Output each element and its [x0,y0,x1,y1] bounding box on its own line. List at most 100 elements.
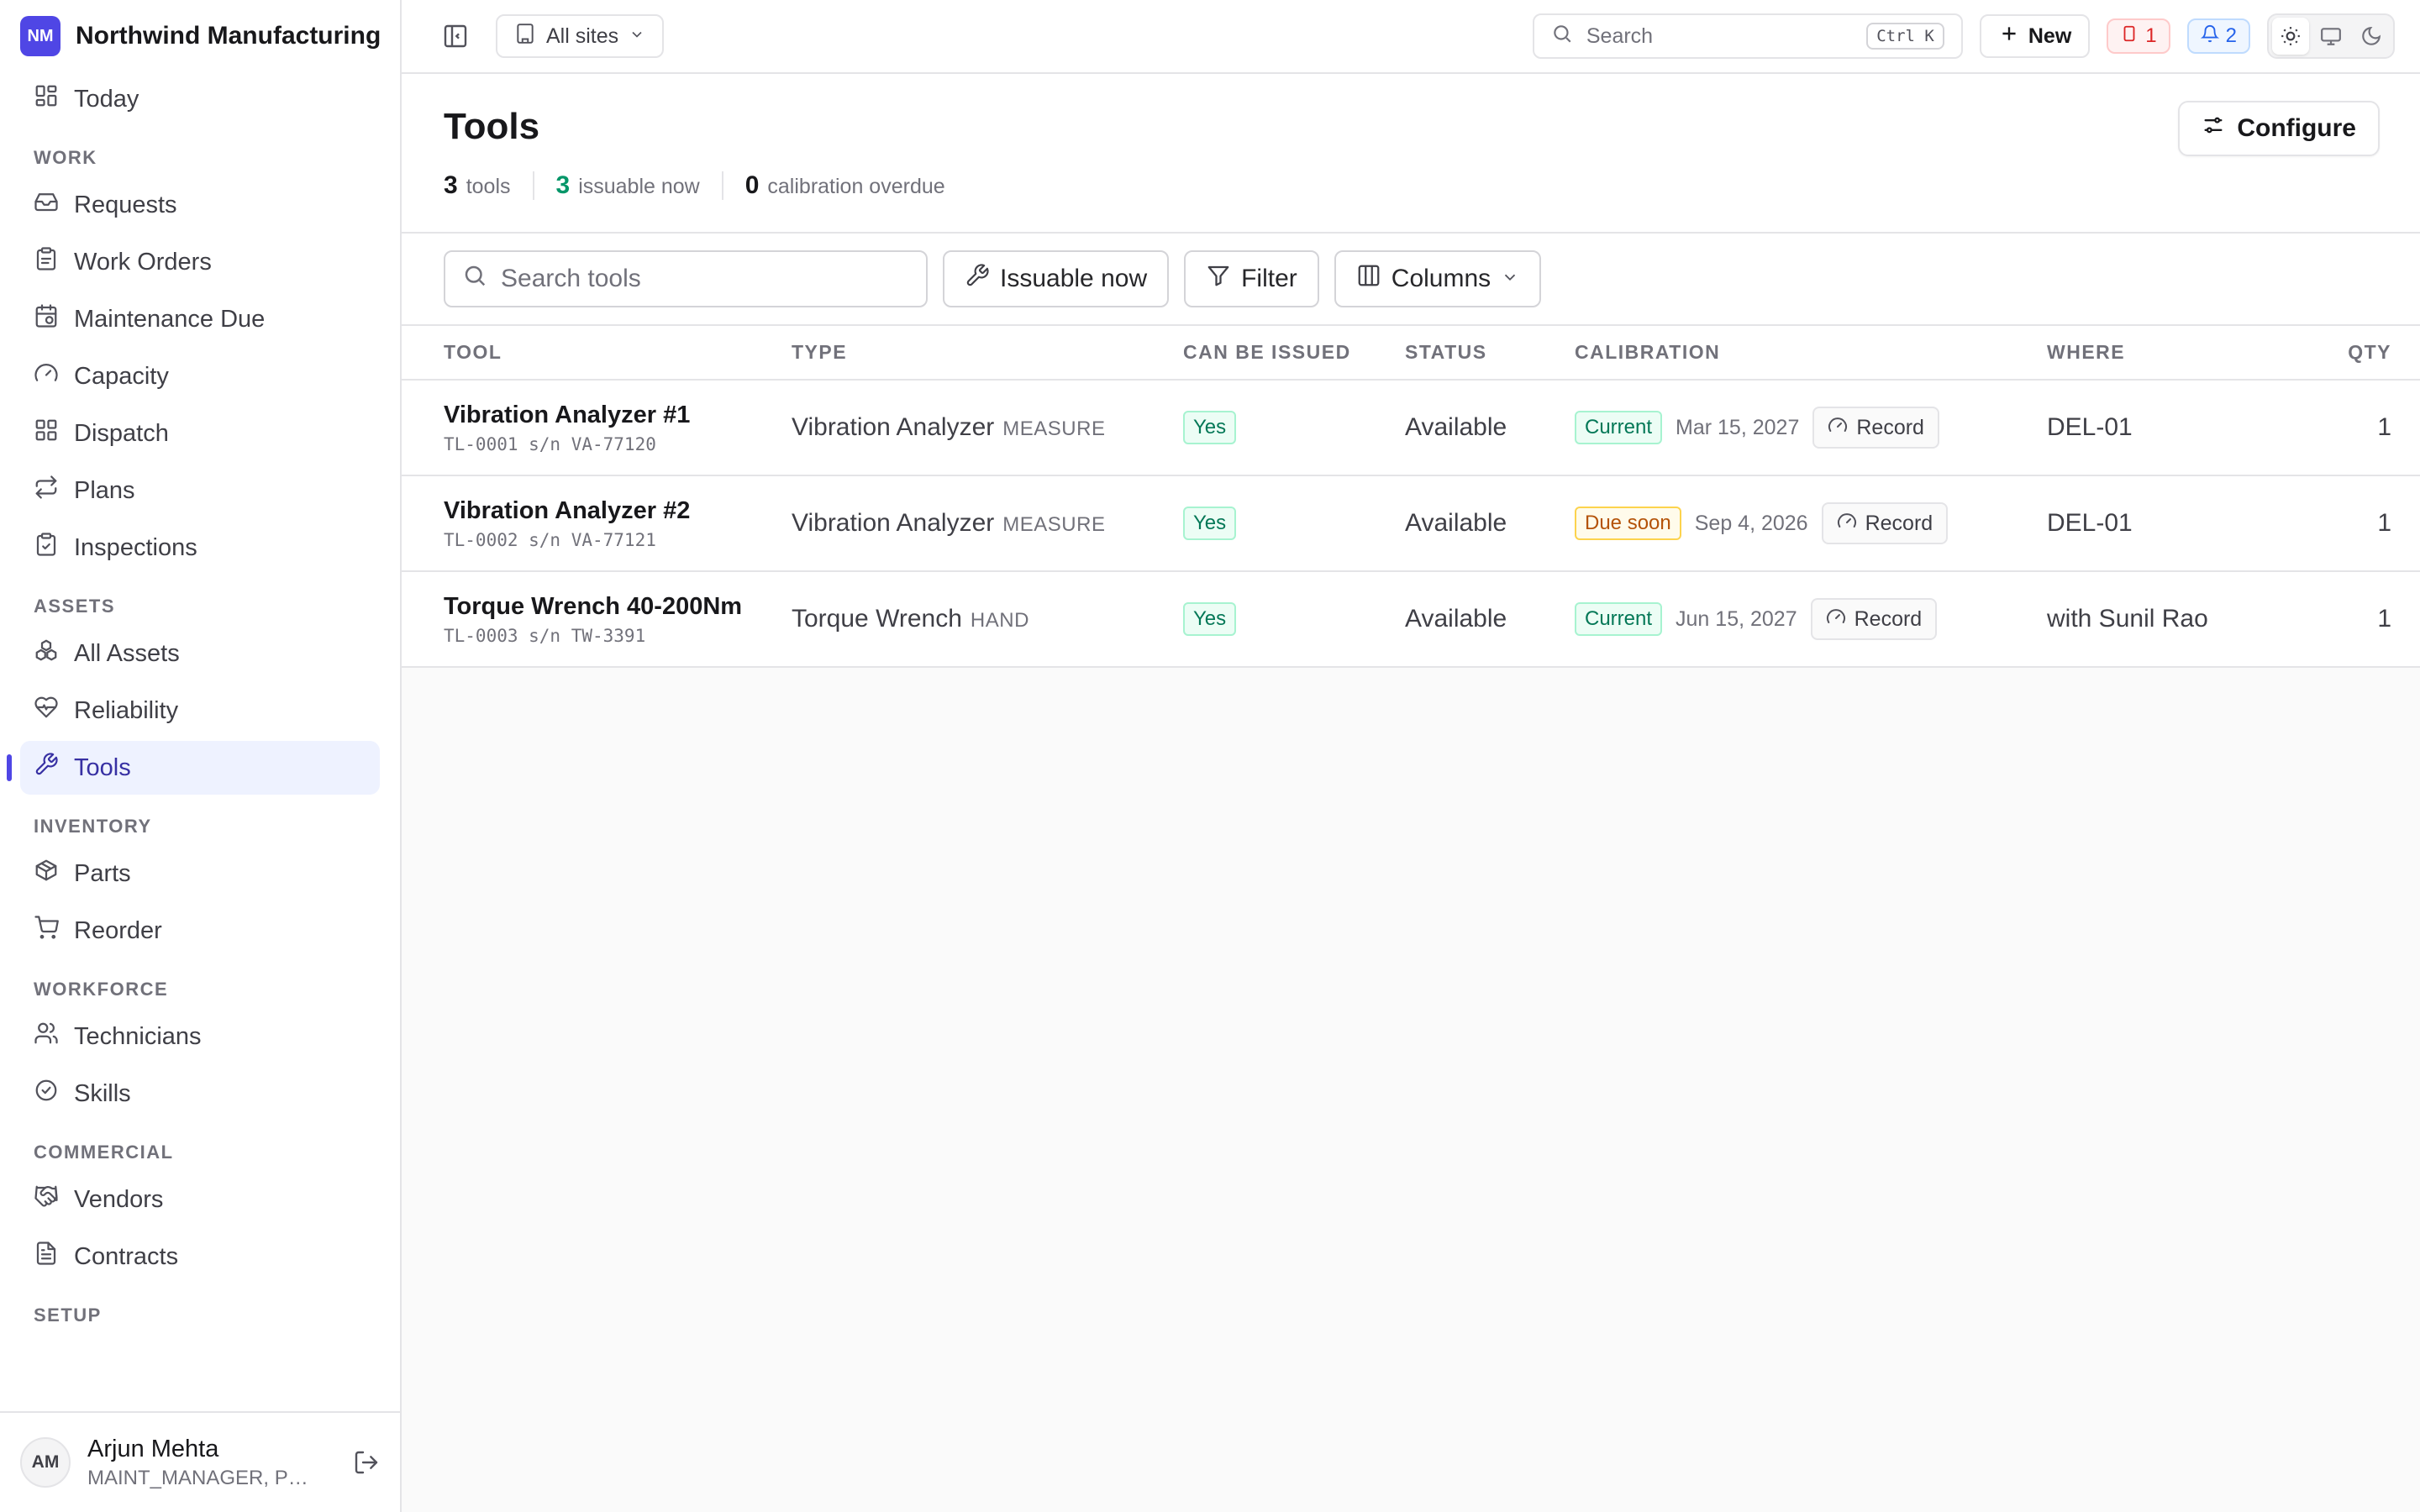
package-icon [34,858,59,890]
column-header-can-be-issued[interactable]: CAN BE ISSUED [1183,326,1405,381]
clipboard-check-icon [34,532,59,564]
cell-type: Vibration Analyzer MEASURE [792,380,1183,476]
sidebar-item-vendors[interactable]: Vendors [20,1173,380,1226]
cell-can-be-issued: Yes [1183,475,1405,572]
avatar[interactable]: AM [20,1437,71,1488]
record-button[interactable]: Record [1821,502,1949,544]
location-text: with Sunil Rao [2047,605,2208,633]
sidebar-item-requests[interactable]: Requests [20,178,380,232]
stat-label: tools [466,175,511,198]
gauge-icon [1826,606,1846,633]
stat-label: issuable now [578,175,700,198]
cell-where: with Sunil Rao [2047,571,2281,668]
filter-button[interactable]: Filter [1184,250,1319,307]
column-header-status[interactable]: STATUS [1405,326,1575,381]
sidebar-item-tools[interactable]: Tools [7,741,380,795]
column-header-type[interactable]: TYPE [792,326,1183,381]
calibration-group: Current Mar 15, 2027 Record [1575,407,2047,449]
brand[interactable]: NM Northwind Manufacturing [0,0,400,72]
logout-icon[interactable] [353,1449,380,1476]
inbox-icon [34,189,59,221]
building-icon [514,23,536,50]
users-icon [34,1021,59,1053]
site-select-value: All sites [546,24,619,48]
sidebar-item-reorder[interactable]: Reorder [20,904,380,958]
new-button[interactable]: New [1979,14,2091,58]
stat-tools: 3 tools [444,171,533,200]
sidebar-item-label: Maintenance Due [74,305,266,333]
file-icon [34,1241,59,1273]
gauge-icon [1837,511,1857,537]
search-placeholder: Search [1586,24,1654,48]
notifications-button[interactable]: 2 [2186,18,2250,54]
sidebar-item-label: Reorder [74,916,162,944]
global-search-input[interactable]: Search Ctrl K [1532,13,1963,59]
sidebar-nav: Today WORK Requests Work Orders Maintenance… [0,72,400,1327]
sidebar-toggle-icon[interactable] [442,23,469,50]
user-meta: Arjun Mehta MAINT_MANAGER, PL... [87,1436,336,1490]
location-text: DEL-01 [2047,509,2133,537]
sidebar-item-capacity[interactable]: Capacity [20,349,380,403]
sidebar-section-setup: SETUP [34,1305,102,1326]
configure-button[interactable]: Configure [2178,101,2380,156]
alerts-button[interactable]: 1 [2107,18,2170,54]
sidebar-item-all-assets[interactable]: All Assets [20,627,380,680]
column-header-where[interactable]: WHERE [2047,326,2281,381]
sidebar-item-contracts[interactable]: Contracts [20,1230,380,1284]
sidebar-item-parts[interactable]: Parts [20,847,380,900]
stat-label: calibration overdue [767,175,945,198]
heart-pulse-icon [34,695,59,727]
repeat-icon [34,475,59,507]
sidebar-item-label: Skills [74,1079,131,1107]
columns-label: Columns [1391,265,1491,292]
table-row[interactable]: Vibration Analyzer #2 TL-0002 s/n VA-7712… [402,475,2420,572]
sidebar-item-work-orders[interactable]: Work Orders [20,235,380,289]
issuable-now-button[interactable]: Issuable now [943,250,1170,307]
tool-name[interactable]: Vibration Analyzer #1 [444,402,792,429]
column-header-tool[interactable]: TOOL [402,326,792,381]
tool-serial: TL-0002 s/n VA-77121 [444,529,656,550]
table-toolbar: Search tools Issuable now Filter Columns [402,234,2420,326]
tools-table: TOOL TYPE CAN BE ISSUED STATUS CALIBRATI… [402,326,2420,668]
sun-icon[interactable] [2272,18,2309,55]
sidebar-item-skills[interactable]: Skills [20,1067,380,1121]
notifications-count: 2 [2225,24,2237,47]
sidebar-item-inspections[interactable]: Inspections [20,521,380,575]
tool-name[interactable]: Torque Wrench 40-200Nm [444,593,792,621]
status-text: Available [1405,413,1507,441]
sidebar-item-today[interactable]: Today [20,72,380,126]
record-button[interactable]: Record [1812,407,1939,449]
sidebar-item-reliability[interactable]: Reliability [20,684,380,738]
column-header-calibration[interactable]: CALIBRATION [1575,326,2047,381]
boxes-icon [34,638,59,669]
sidebar-item-technicians[interactable]: Technicians [20,1010,380,1063]
sidebar-item-maintenance-due[interactable]: Maintenance Due [20,292,380,346]
cell-tool: Vibration Analyzer #1 TL-0001 s/n VA-7712… [402,380,792,476]
sidebar-section-workforce: WORKFORCE [34,979,169,1000]
tool-name[interactable]: Vibration Analyzer #2 [444,497,792,525]
moon-icon[interactable] [2353,18,2390,55]
alerts-count: 1 [2145,24,2157,47]
calibration-date: Jun 15, 2027 [1676,606,1797,631]
site-select[interactable]: All sites [496,14,665,58]
topbar: All sites Search Ctrl K New 1 2 [402,0,2420,74]
sidebar-item-label: Technicians [74,1022,202,1050]
qty-text: 1 [2377,509,2391,537]
table-row[interactable]: Vibration Analyzer #1 TL-0001 s/n VA-7712… [402,380,2420,476]
cell-calibration: Current Mar 15, 2027 Record [1575,380,2047,476]
sidebar-item-plans[interactable]: Plans [20,464,380,517]
table-row[interactable]: Torque Wrench 40-200Nm TL-0003 s/n TW-339… [402,571,2420,668]
brand-logo: NM [20,16,60,56]
sidebar-item-label: Tools [74,753,131,781]
cell-qty: 1 [2281,380,2420,476]
sidebar-item-dispatch[interactable]: Dispatch [20,407,380,460]
record-button[interactable]: Record [1810,598,1938,640]
monitor-icon[interactable] [2312,18,2349,55]
columns-button[interactable]: Columns [1334,250,1542,307]
tool-search-input[interactable]: Search tools [444,250,928,307]
device-alert-icon [2120,24,2139,49]
column-header-qty[interactable]: QTY [2281,326,2420,381]
user-role: MAINT_MANAGER, PL... [87,1466,314,1489]
calibration-group: Due soon Sep 4, 2026 Record [1575,502,2047,544]
search-icon [462,263,487,295]
